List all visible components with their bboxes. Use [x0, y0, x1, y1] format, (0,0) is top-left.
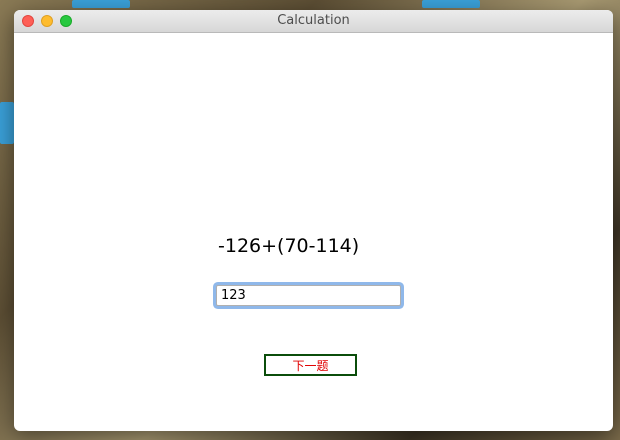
desktop-icon-top-right[interactable] [422, 0, 480, 8]
desktop-icon-left[interactable] [0, 102, 14, 144]
title-bar[interactable]: Calculation [14, 10, 613, 33]
answer-input[interactable] [216, 285, 401, 306]
next-question-button[interactable]: 下一题 [264, 354, 357, 376]
calculation-window: Calculation -126+(70-114) 下一题 [14, 10, 613, 431]
desktop-background: Calculation -126+(70-114) 下一题 [0, 0, 620, 440]
window-title: Calculation [277, 13, 350, 28]
question-label: -126+(70-114) [218, 235, 360, 257]
window-content: -126+(70-114) 下一题 [14, 33, 613, 431]
desktop-icon-top-left[interactable] [72, 0, 130, 8]
